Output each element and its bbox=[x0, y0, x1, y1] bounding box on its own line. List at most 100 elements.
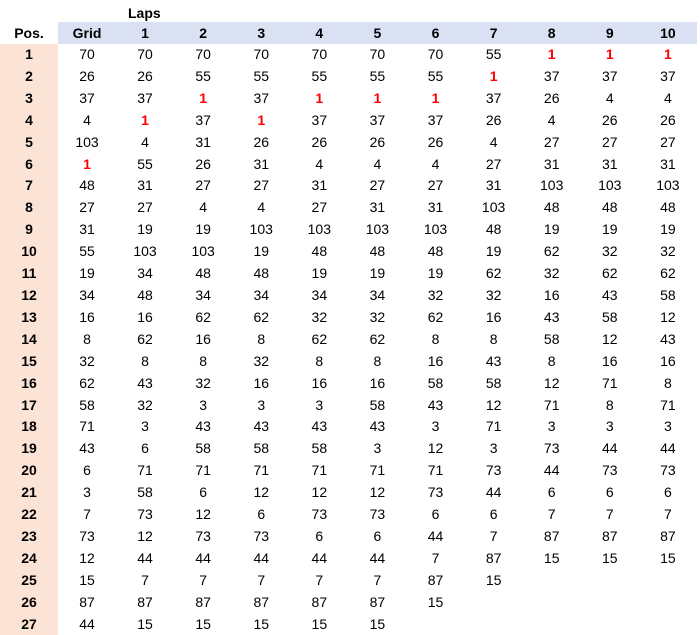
grid-cell: 16 bbox=[79, 308, 95, 325]
lap-cell: 4 bbox=[605, 89, 614, 106]
lap-cell: 15 bbox=[602, 549, 618, 566]
table-row: 8 27 27 4 4 27 31 31 103 48 48 48 bbox=[0, 197, 697, 220]
lap-cell: 44 bbox=[195, 549, 211, 566]
lap-cell: 31 bbox=[253, 155, 270, 172]
lap-cell: 15 bbox=[195, 615, 211, 632]
lap-cell: 15 bbox=[485, 571, 502, 588]
lap-cell: 26 bbox=[253, 133, 270, 150]
lap-cell: 6 bbox=[199, 484, 208, 501]
table-row: 27 44 15 15 15 15 15 bbox=[0, 613, 697, 635]
lap-cell: 62 bbox=[195, 308, 211, 325]
lap-cell: 19 bbox=[195, 221, 211, 238]
lap-cell: 15 bbox=[427, 593, 444, 610]
lap-cell: 48 bbox=[485, 221, 502, 238]
lap-cell: 73 bbox=[195, 527, 211, 544]
lap-cell: 62 bbox=[543, 243, 560, 260]
position-cell: 8 bbox=[0, 197, 58, 220]
lap-cell: 44 bbox=[660, 440, 676, 457]
lap-cell: 43 bbox=[660, 330, 676, 347]
lap-cell: 71 bbox=[311, 462, 328, 479]
grid-cell: 4 bbox=[83, 111, 91, 128]
table-row: 12 34 48 34 34 34 34 32 32 16 43 58 bbox=[0, 284, 697, 307]
grid-cell: 31 bbox=[79, 221, 95, 238]
lap-cell: 71 bbox=[369, 462, 386, 479]
lap-cell: 31 bbox=[485, 177, 502, 194]
table-row: 7 48 31 27 27 31 27 27 31 103 103 103 bbox=[0, 175, 697, 198]
lap-cell: 3 bbox=[431, 418, 440, 435]
lap-cell: 62 bbox=[485, 265, 502, 282]
lap-cell: 3 bbox=[199, 396, 208, 413]
lap-cell: 8 bbox=[141, 352, 149, 369]
lap-cell: 8 bbox=[257, 330, 266, 347]
lap-cell: 31 bbox=[195, 133, 211, 150]
lap-cell: 31 bbox=[137, 177, 153, 194]
lap-cell: 103 bbox=[191, 243, 215, 260]
lap-cell: 16 bbox=[369, 374, 386, 391]
lap-cell: 12 bbox=[253, 484, 270, 501]
lap-cell: 26 bbox=[602, 111, 618, 128]
lap-cell bbox=[581, 592, 639, 614]
lap-cell: 1 bbox=[141, 111, 149, 128]
lap-cell: 1 bbox=[315, 89, 324, 106]
lap-cell: 8 bbox=[431, 330, 440, 347]
lap-cell: 1 bbox=[373, 89, 382, 106]
grid-cell: 34 bbox=[79, 286, 95, 303]
table-row: 20 6 71 71 71 71 71 71 73 44 73 73 bbox=[0, 460, 697, 483]
lap-cell: 27 bbox=[427, 177, 444, 194]
lap-cell: 1 bbox=[199, 89, 208, 106]
table-row: 18 71 3 43 43 43 43 3 71 3 3 3 bbox=[0, 416, 697, 439]
lap-cell: 62 bbox=[369, 330, 386, 347]
lap-cell: 1 bbox=[605, 46, 614, 62]
position-cell: 19 bbox=[0, 438, 58, 461]
lap-cell: 44 bbox=[427, 527, 444, 544]
laps-label: Laps bbox=[128, 5, 161, 21]
lap-cell: 62 bbox=[602, 265, 618, 282]
grid-cell: 27 bbox=[79, 199, 95, 216]
table-row: 6 1 55 26 31 4 4 4 27 31 31 31 bbox=[0, 153, 697, 176]
lap-cell: 58 bbox=[427, 374, 444, 391]
lap-cell: 19 bbox=[311, 265, 328, 282]
lap-cell: 62 bbox=[427, 308, 444, 325]
position-cell: 17 bbox=[0, 394, 58, 417]
lap-cell: 31 bbox=[660, 155, 676, 172]
lap-cell bbox=[406, 614, 464, 635]
lap-cell: 55 bbox=[311, 67, 328, 84]
lap-cell: 4 bbox=[315, 155, 324, 172]
lap-cell: 103 bbox=[540, 177, 564, 194]
lap-cell: 4 bbox=[664, 89, 672, 106]
lap-cell: 44 bbox=[369, 549, 386, 566]
lap-cell: 6 bbox=[489, 506, 498, 523]
lap-cell: 7 bbox=[664, 506, 672, 523]
lap-cell: 12 bbox=[195, 506, 211, 523]
table-row: 3 37 37 1 37 1 1 1 37 26 4 4 bbox=[0, 87, 697, 110]
lap-cell: 58 bbox=[369, 396, 386, 413]
lap-cell: 6 bbox=[373, 527, 382, 544]
lap-cell: 37 bbox=[485, 89, 502, 106]
lap-cell: 15 bbox=[311, 615, 328, 632]
table-row: 5 103 4 31 26 26 26 26 4 27 27 27 bbox=[0, 131, 697, 154]
lap-cell: 8 bbox=[199, 352, 208, 369]
table-row: 15 32 8 8 32 8 8 16 43 8 16 16 bbox=[0, 350, 697, 373]
grid-cell: 8 bbox=[83, 330, 91, 347]
grid-cell: 15 bbox=[79, 571, 95, 588]
table-body: 1 70 70 70 70 70 70 70 55 1 1 1 2 26 26 55 55 55 55 55 1 37 37… bbox=[0, 44, 697, 635]
lap-cell: 71 bbox=[195, 462, 211, 479]
lap-cell: 87 bbox=[660, 527, 676, 544]
lap-cell: 62 bbox=[311, 330, 328, 347]
table-row: 17 58 32 3 3 3 58 43 12 71 8 71 bbox=[0, 394, 697, 417]
lap-cell: 16 bbox=[137, 308, 153, 325]
lap-cell bbox=[523, 570, 581, 592]
lap-cell: 87 bbox=[311, 593, 328, 610]
lap-cell: 70 bbox=[427, 46, 444, 62]
lap-cell: 26 bbox=[195, 155, 211, 172]
lap-cell: 48 bbox=[253, 265, 270, 282]
lap-cell: 16 bbox=[660, 352, 676, 369]
lap-cell: 48 bbox=[137, 286, 153, 303]
lap-cell: 27 bbox=[485, 155, 502, 172]
lap-cell: 6 bbox=[605, 484, 614, 501]
lap-header: 7 bbox=[464, 22, 523, 44]
lap-cell: 55 bbox=[485, 46, 502, 62]
lap-cell: 26 bbox=[660, 111, 676, 128]
lap-cell: 8 bbox=[315, 352, 324, 369]
grid-cell: 55 bbox=[79, 243, 95, 260]
